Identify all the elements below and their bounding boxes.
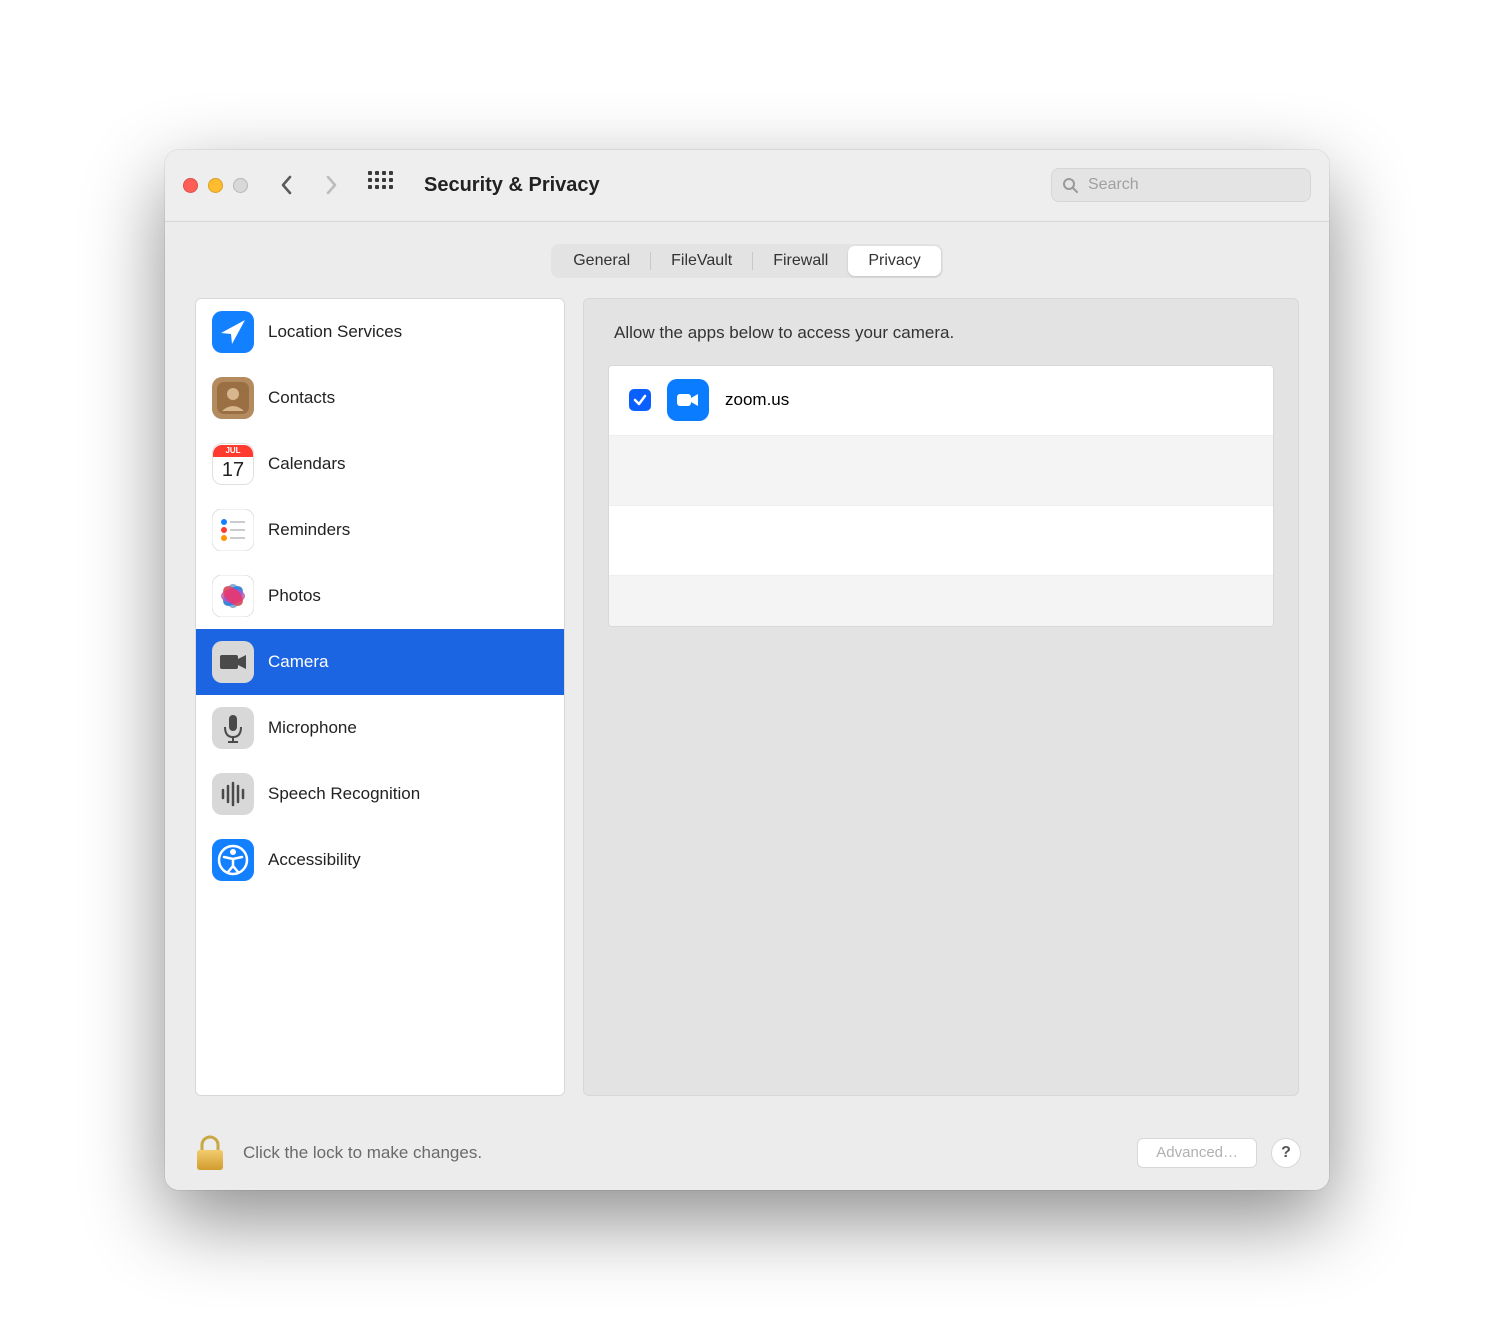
camera-icon [212, 641, 254, 683]
minimize-window-button[interactable] [208, 178, 223, 193]
microphone-icon [212, 707, 254, 749]
sidebar-item-accessibility[interactable]: Accessibility [196, 827, 564, 893]
window-title: Security & Privacy [424, 174, 1037, 197]
search-input[interactable] [1086, 175, 1300, 195]
zoom-window-button[interactable] [233, 178, 248, 193]
sidebar-item-label: Camera [268, 652, 328, 672]
search-icon [1062, 177, 1078, 193]
sidebar-item-label: Location Services [268, 322, 402, 342]
waveform-icon [212, 773, 254, 815]
sidebar-item-label: Calendars [268, 454, 346, 474]
calendar-icon: JUL 17 [212, 443, 254, 485]
location-icon [212, 311, 254, 353]
tab-filevault[interactable]: FileVault [651, 246, 752, 276]
traffic-lights [183, 178, 248, 193]
app-row-zoom[interactable]: zoom.us [609, 366, 1273, 436]
app-name: zoom.us [725, 390, 789, 410]
sidebar-item-label: Photos [268, 586, 321, 606]
sidebar-item-label: Speech Recognition [268, 784, 420, 804]
lock-hint-text: Click the lock to make changes. [243, 1143, 1137, 1163]
help-button[interactable]: ? [1271, 1138, 1301, 1168]
sidebar-item-label: Microphone [268, 718, 357, 738]
sidebar-item-camera[interactable]: Camera [196, 629, 564, 695]
tab-bar: General FileVault Firewall Privacy [165, 222, 1329, 292]
advanced-button[interactable]: Advanced… [1137, 1138, 1257, 1168]
sidebar-item-label: Contacts [268, 388, 335, 408]
app-row-empty [609, 576, 1273, 626]
sidebar-item-speech-recognition[interactable]: Speech Recognition [196, 761, 564, 827]
calendar-month-label: JUL [213, 445, 253, 457]
privacy-category-list: Location Services Contacts JUL 17 Calend… [195, 298, 565, 1096]
app-checkbox[interactable] [629, 389, 651, 411]
sidebar-item-label: Reminders [268, 520, 350, 540]
tab-firewall[interactable]: Firewall [753, 246, 848, 276]
sidebar-item-reminders[interactable]: Reminders [196, 497, 564, 563]
sidebar-item-label: Accessibility [268, 850, 361, 870]
lock-icon[interactable] [193, 1134, 227, 1172]
tab-privacy[interactable]: Privacy [848, 246, 940, 276]
close-window-button[interactable] [183, 178, 198, 193]
zoom-app-icon [667, 379, 709, 421]
sidebar-item-location-services[interactable]: Location Services [196, 299, 564, 365]
sidebar-item-microphone[interactable]: Microphone [196, 695, 564, 761]
content-description: Allow the apps below to access your came… [614, 323, 1274, 343]
accessibility-icon [212, 839, 254, 881]
footer: Click the lock to make changes. Advanced… [165, 1116, 1329, 1190]
back-button[interactable] [272, 170, 302, 200]
search-field[interactable] [1051, 168, 1311, 202]
reminders-icon [212, 509, 254, 551]
content-panel: Allow the apps below to access your came… [583, 298, 1299, 1096]
calendar-day-label: 17 [222, 457, 244, 483]
main-panel: Location Services Contacts JUL 17 Calend… [165, 292, 1329, 1116]
show-all-icon[interactable] [368, 171, 396, 199]
contacts-icon [212, 377, 254, 419]
photos-icon [212, 575, 254, 617]
sidebar-item-photos[interactable]: Photos [196, 563, 564, 629]
tab-general[interactable]: General [553, 246, 650, 276]
app-row-empty [609, 506, 1273, 576]
app-row-empty [609, 436, 1273, 506]
sidebar-item-calendars[interactable]: JUL 17 Calendars [196, 431, 564, 497]
preferences-window: Security & Privacy General FileVault Fir… [165, 150, 1329, 1190]
toolbar: Security & Privacy [165, 150, 1329, 222]
sidebar-item-contacts[interactable]: Contacts [196, 365, 564, 431]
forward-button[interactable] [316, 170, 346, 200]
app-permission-list: zoom.us [608, 365, 1274, 627]
